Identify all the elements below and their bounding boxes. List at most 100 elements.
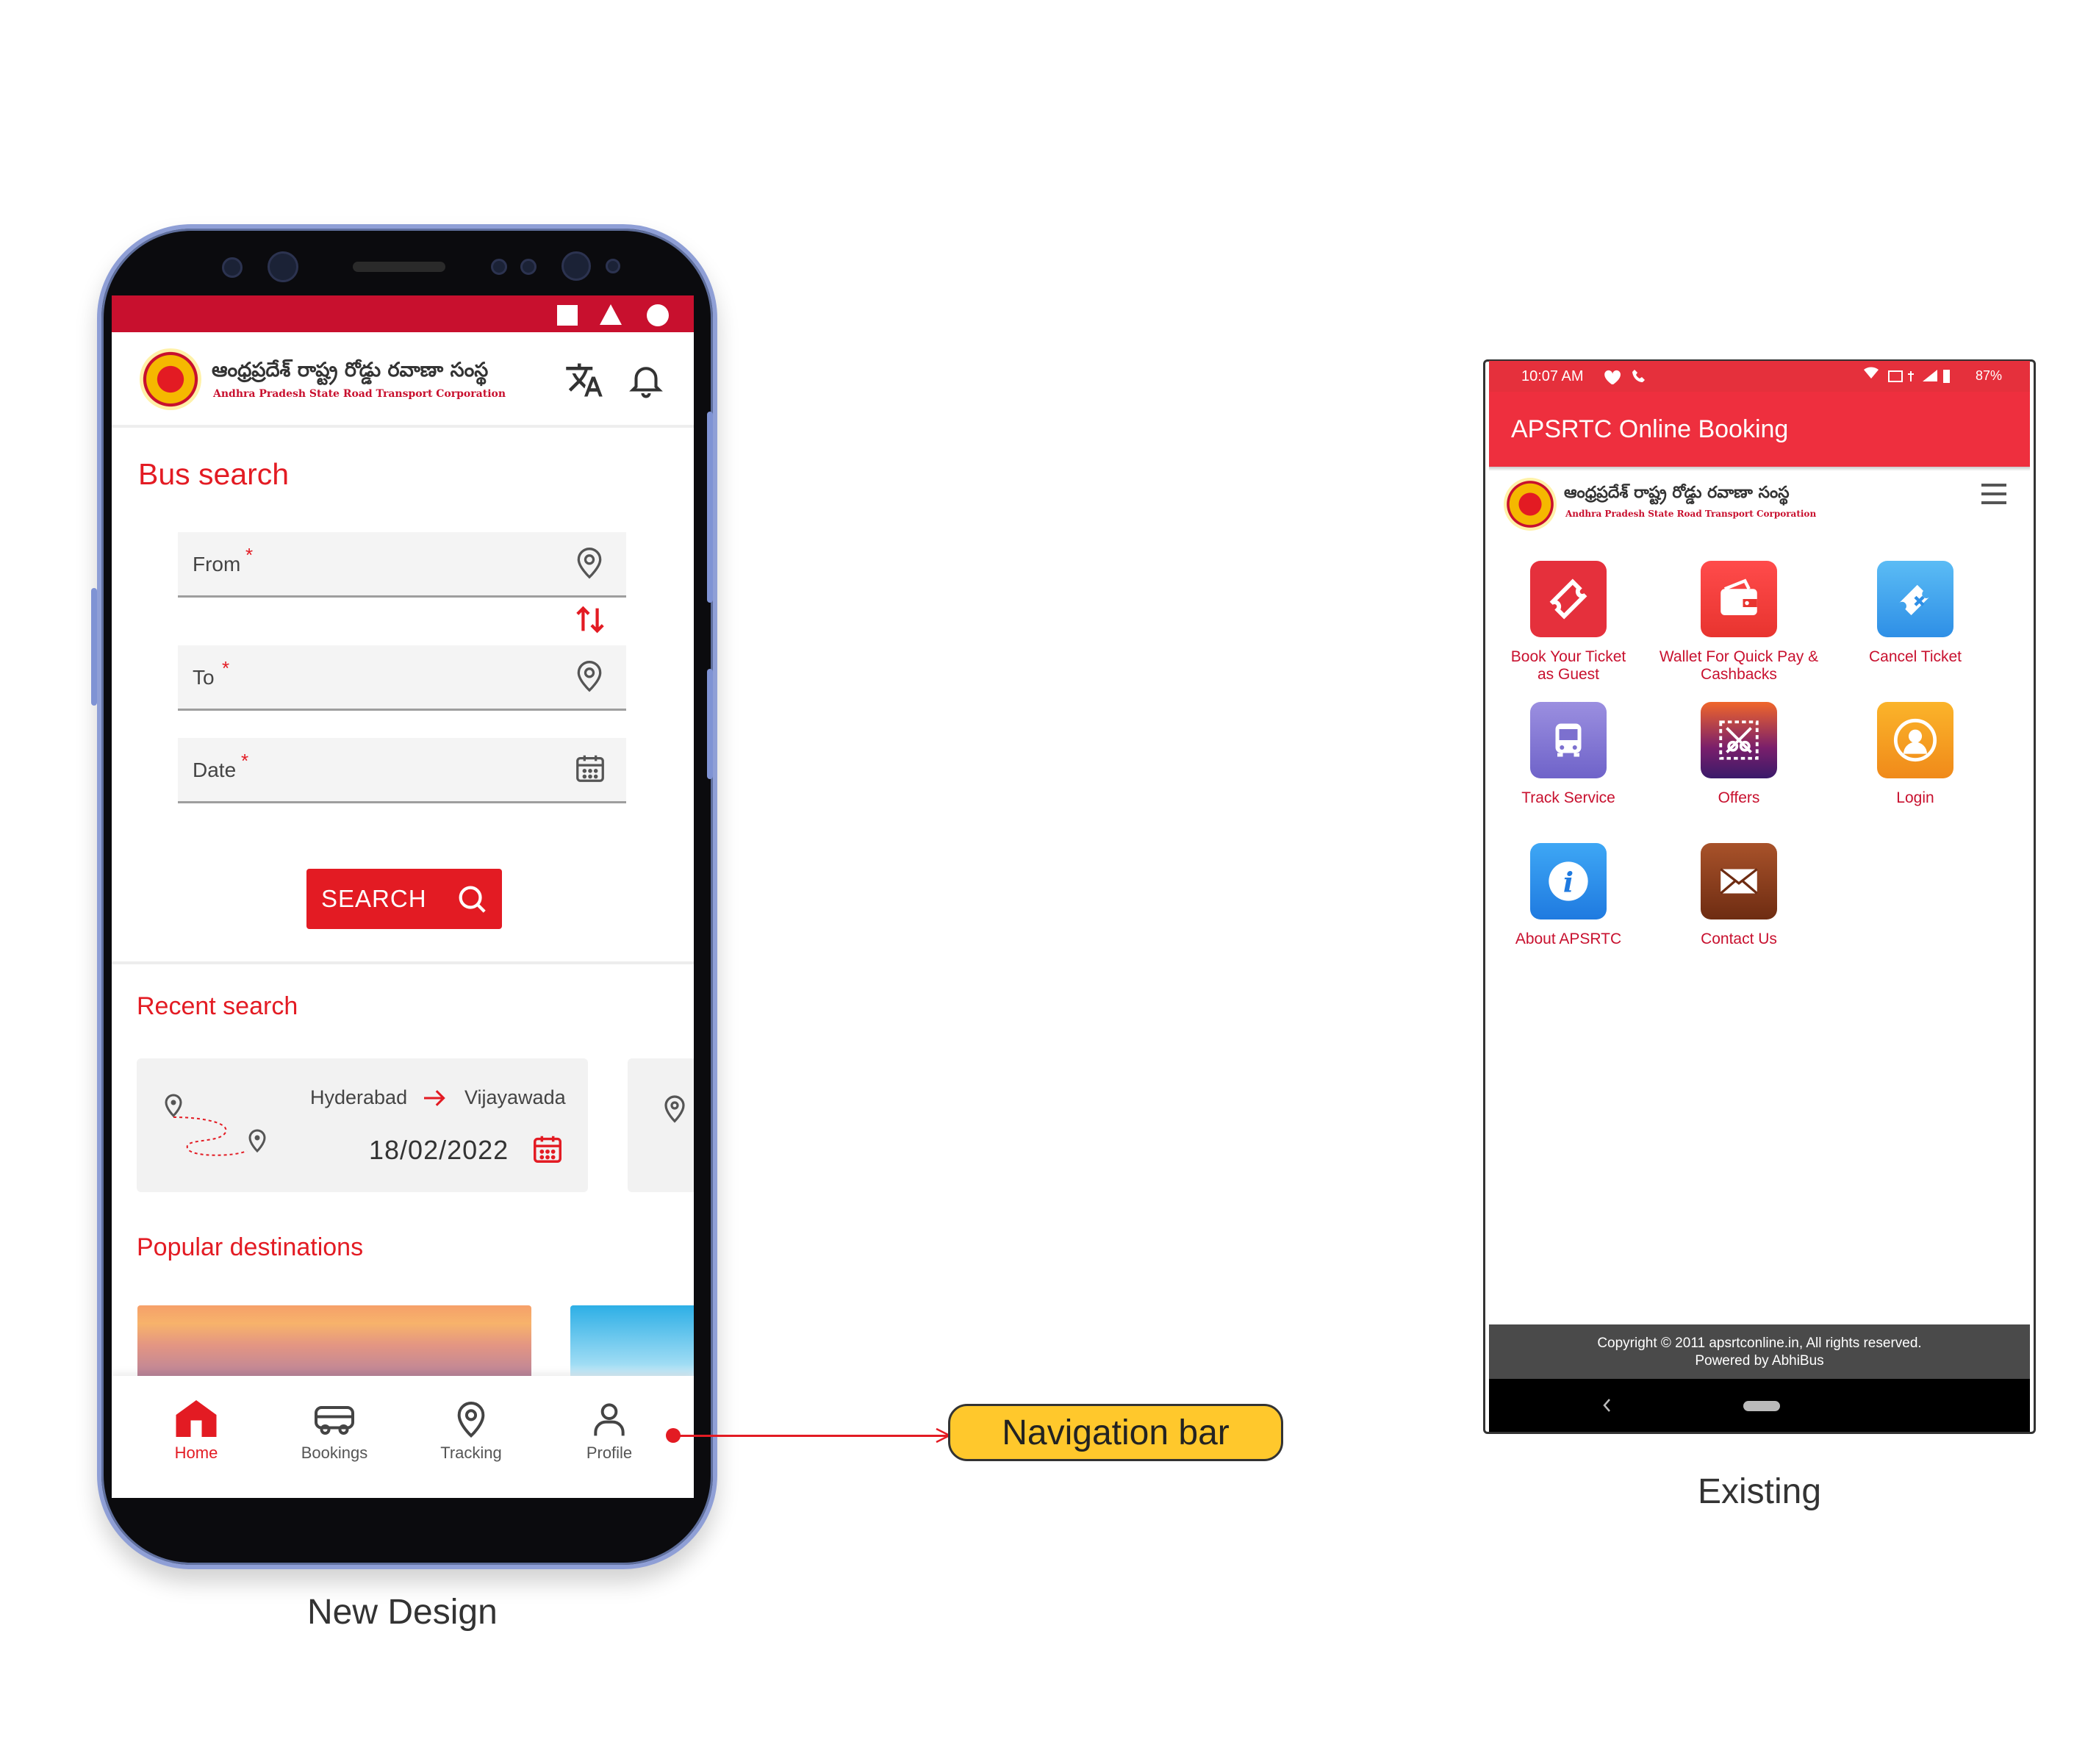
signal-icon xyxy=(600,304,622,325)
location-pin-icon[interactable] xyxy=(573,544,606,584)
tile-wallet[interactable] xyxy=(1701,561,1777,637)
tile-cancel-ticket[interactable] xyxy=(1877,561,1953,637)
sensor-icon xyxy=(491,259,507,275)
destination-image[interactable] xyxy=(137,1305,531,1379)
tile-contact[interactable] xyxy=(1701,843,1777,919)
search-icon xyxy=(459,886,486,913)
date-field[interactable]: Date * xyxy=(178,738,626,803)
org-name-telugu: ఆంధ్రప్రదేశ్ రాష్ట్ర రోడ్డు రవాణా సంస్థ xyxy=(1564,484,1790,502)
apsrtc-logo xyxy=(140,348,201,410)
tile-label-line: Cancel Ticket xyxy=(1868,648,1962,665)
phone-side-button xyxy=(707,669,713,779)
nav-item-tracking[interactable]: Tracking xyxy=(416,1398,526,1463)
nav-label: Bookings xyxy=(301,1444,368,1462)
android-nav-bar xyxy=(1489,1379,2030,1432)
call-icon xyxy=(1632,370,1645,382)
new-design-screen: ఆంధ్రప్రదేశ్ రాష్ట్ర రోడ్డు రవాణా సంస్థ … xyxy=(112,295,694,1498)
sensor-icon xyxy=(222,257,243,278)
home-pill-button[interactable] xyxy=(1743,1401,1780,1411)
app-header: ఆంధ్రప్రదేశ్ రాష్ట్ర రోడ్డు రవాణా సంస్థ … xyxy=(112,332,694,428)
recent-to-city: Vijayawada xyxy=(464,1086,566,1108)
route-icon xyxy=(165,1094,266,1156)
new-design-caption: New Design xyxy=(307,1593,498,1632)
swap-icon[interactable] xyxy=(573,603,607,640)
recent-search-card-partial[interactable] xyxy=(628,1058,694,1192)
sensor-icon xyxy=(606,259,620,273)
info-icon: i xyxy=(1530,843,1607,919)
footer-copyright: Copyright © 2011 apsrtconline.in, All ri… xyxy=(1597,1335,1922,1351)
required-mark: * xyxy=(222,657,230,679)
user-icon xyxy=(1877,702,1953,778)
arrow-right-icon xyxy=(424,1090,445,1106)
nav-item-home[interactable]: Home xyxy=(141,1398,251,1463)
date-label: Date xyxy=(193,759,237,781)
status-bar: 10:07 AM 87% xyxy=(1489,361,2030,392)
nav-item-bookings[interactable]: Bookings xyxy=(279,1398,390,1463)
callout-line xyxy=(673,1435,951,1437)
tile-label-line: Offers xyxy=(1718,789,1760,806)
recent-apps-icon xyxy=(557,305,578,326)
bottom-navigation-bar: Home Bookings Tracking Profile xyxy=(112,1376,694,1498)
tile-label-wallet: Wallet For Quick Pay & Cashbacks xyxy=(1654,648,1823,684)
nav-label: Home xyxy=(174,1444,218,1462)
sensor-icon xyxy=(520,259,537,275)
tile-label-line: Cashbacks xyxy=(1701,666,1777,683)
nav-item-profile[interactable]: Profile xyxy=(554,1398,664,1463)
destination-image[interactable] xyxy=(570,1305,694,1379)
tile-label-line: as Guest xyxy=(1537,666,1600,683)
calendar-icon[interactable] xyxy=(573,751,607,789)
tile-login[interactable] xyxy=(1877,702,1953,778)
person-icon xyxy=(594,1403,625,1436)
footer-powered-by: Powered by AbhiBus xyxy=(1695,1353,1824,1369)
tile-label-contact: Contact Us xyxy=(1654,931,1823,948)
translate-icon[interactable] xyxy=(564,360,604,400)
tile-offers[interactable] xyxy=(1701,702,1777,778)
tile-track-service[interactable] xyxy=(1530,702,1607,778)
calendar-icon xyxy=(534,1136,561,1163)
from-field[interactable]: From * xyxy=(178,532,626,598)
tile-label-about: About APSRTC xyxy=(1484,931,1653,948)
ticket-icon xyxy=(1530,561,1607,637)
back-chevron-icon[interactable] xyxy=(1601,1396,1614,1414)
battery-percent: 87% xyxy=(1976,368,2003,383)
required-mark: * xyxy=(245,544,254,566)
to-label: To xyxy=(193,666,215,689)
search-button[interactable]: SEARCH xyxy=(306,869,502,929)
location-pin-icon[interactable] xyxy=(573,657,606,698)
mail-icon xyxy=(1701,843,1777,919)
hamburger-menu-icon[interactable] xyxy=(1980,482,2008,506)
iris-scanner-icon xyxy=(561,251,591,281)
bus-icon xyxy=(315,1406,354,1435)
org-name-english: Andhra Pradesh State Road Transport Corp… xyxy=(1565,509,1817,519)
tile-label-line: Login xyxy=(1896,789,1934,806)
tile-label-line: Contact Us xyxy=(1701,931,1777,947)
tile-label-book-ticket: Book Your Ticket as Guest xyxy=(1484,648,1653,684)
tile-label-track: Track Service xyxy=(1484,789,1653,807)
status-time: 10:07 AM xyxy=(1521,368,1584,384)
phone-side-button xyxy=(91,588,97,706)
tile-label-line: About APSRTC xyxy=(1515,931,1622,947)
tile-book-ticket[interactable] xyxy=(1530,561,1607,637)
notification-bell-icon[interactable] xyxy=(626,360,666,400)
heart-icon xyxy=(1604,370,1621,384)
tile-label-cancel: Cancel Ticket xyxy=(1831,648,2000,666)
tile-about[interactable]: i xyxy=(1530,843,1607,919)
navigation-bar-callout: Navigation bar xyxy=(948,1404,1283,1461)
status-dot-icon xyxy=(647,304,669,326)
location-pin-icon xyxy=(457,1402,485,1438)
tile-label-offers: Offers xyxy=(1654,789,1823,807)
recent-search-card[interactable]: Hyderabad Vijayawada 18/02/2022 xyxy=(137,1058,588,1192)
from-label: From xyxy=(193,553,241,576)
required-mark: * xyxy=(241,750,249,772)
tile-label-line: Track Service xyxy=(1521,789,1615,806)
to-field[interactable]: To * xyxy=(178,645,626,711)
earpiece-speaker xyxy=(353,262,445,272)
recent-from-city: Hyderabad xyxy=(310,1086,408,1108)
org-name-english: Andhra Pradesh State Road Transport Corp… xyxy=(213,388,506,400)
recent-search-title: Recent search xyxy=(137,992,298,1020)
existing-footer: Copyright © 2011 apsrtconline.in, All ri… xyxy=(1489,1324,2030,1379)
status-bar xyxy=(112,295,694,332)
cancel-ticket-icon xyxy=(1877,561,1953,637)
front-camera-icon xyxy=(268,251,298,282)
recent-search-date: 18/02/2022 xyxy=(369,1135,509,1165)
